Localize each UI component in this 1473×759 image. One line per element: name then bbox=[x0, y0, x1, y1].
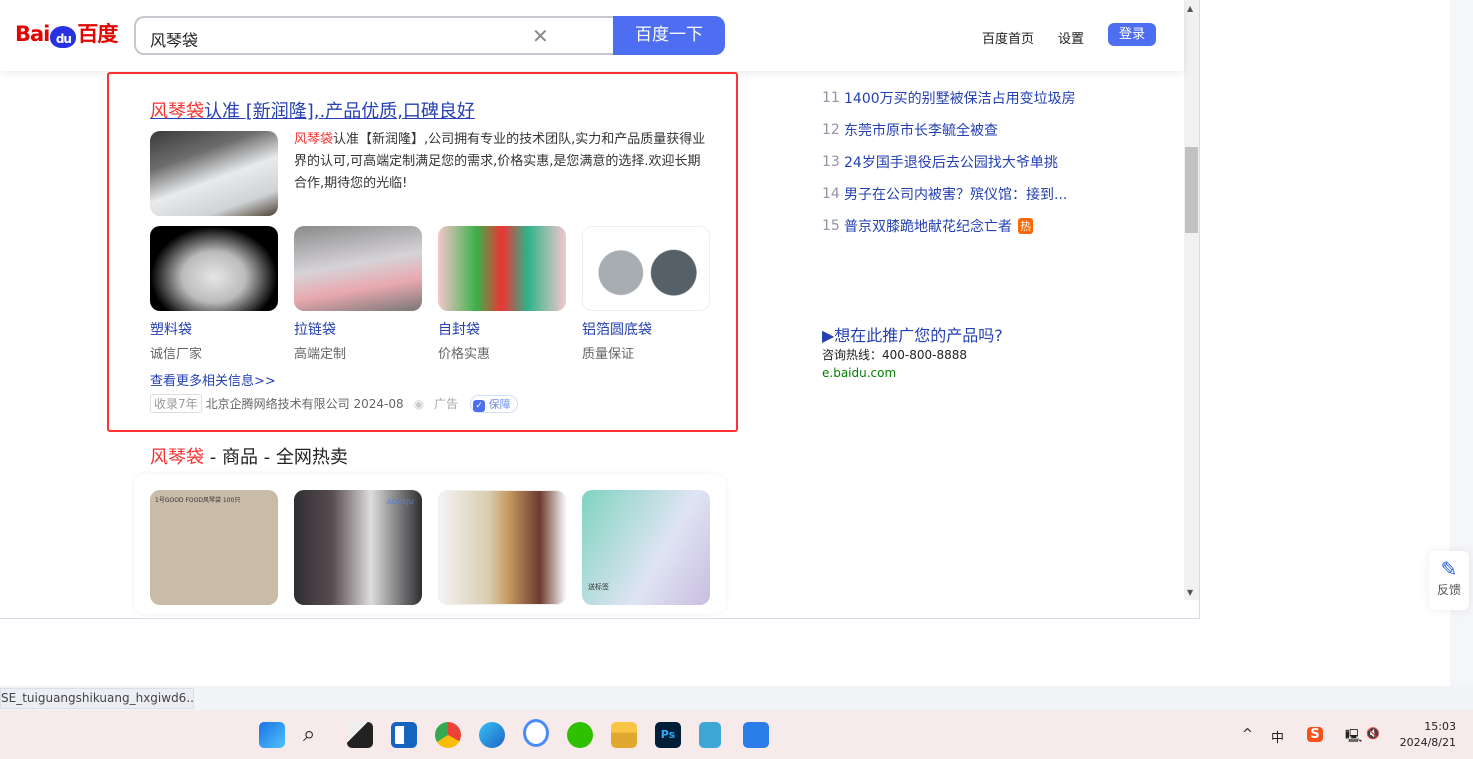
scrollbar[interactable] bbox=[1184, 0, 1199, 600]
rank: 14 bbox=[822, 186, 840, 202]
rank: 15 bbox=[822, 218, 840, 234]
image-text: AODEJU bbox=[386, 498, 414, 506]
ad-title-link[interactable]: 风琴袋认准 [新润隆],.产品优质,口碑良好 bbox=[150, 97, 475, 123]
browser-viewport: Bai du 百度 风琴袋 ✕ 百度一下 百度首页 设置 登录 风琴袋认准 [新润隆]… bbox=[0, 0, 1200, 619]
shop-image[interactable]: 1号GOOD FOOD风琴袋 100只 bbox=[150, 490, 278, 605]
ad-main-image[interactable] bbox=[150, 131, 278, 216]
image-text: 1号GOOD FOOD风琴袋 100只 bbox=[155, 497, 241, 504]
hot-title: 1400万买的别墅被保洁占用变垃圾房 bbox=[844, 91, 1076, 107]
logo-text: Bai bbox=[15, 22, 50, 46]
product-image[interactable] bbox=[438, 226, 566, 311]
promo-url[interactable]: e.baidu.com bbox=[822, 366, 896, 380]
network-icon[interactable]: 🖳 bbox=[1345, 727, 1362, 749]
file-explorer-icon[interactable] bbox=[611, 722, 637, 748]
product-link[interactable]: 铝箔圆底袋 bbox=[582, 319, 652, 339]
hot-badge: 热 bbox=[1018, 218, 1033, 234]
task-view-icon[interactable] bbox=[347, 722, 373, 748]
volume-muted-icon[interactable]: 🔇 bbox=[1366, 727, 1380, 740]
login-button[interactable]: 登录 bbox=[1108, 23, 1156, 46]
guarantee-text: 保障 bbox=[488, 397, 511, 411]
image-text: 送标签 bbox=[588, 583, 609, 591]
promo-phone: 咨询热线：400-800-8888 bbox=[822, 348, 968, 362]
rank: 13 bbox=[822, 154, 840, 170]
company-date: 北京企腾网络技术有限公司 2024-08 bbox=[205, 397, 404, 411]
edge-icon[interactable] bbox=[479, 722, 505, 748]
highlight: 风琴袋 bbox=[294, 132, 334, 147]
product-image[interactable] bbox=[150, 226, 278, 311]
scroll-down-icon[interactable]: ▼ bbox=[1187, 588, 1193, 597]
product-link[interactable]: 拉链袋 bbox=[294, 319, 336, 339]
hot-title: 男子在公司内被害？殡仪馆：接到... bbox=[844, 187, 1068, 203]
product-image[interactable] bbox=[582, 226, 710, 311]
product-subtitle: 诚信厂家 bbox=[150, 347, 203, 362]
ad-description: 风琴袋认准【新润隆】,公司拥有专业的技术团队,实力和产品质量获得业界的认可,可高… bbox=[294, 129, 710, 195]
ad-meta: 收录7年 北京企腾网络技术有限公司 2024-08 ◉ 广告 ✓ 保障 bbox=[150, 394, 518, 413]
search-input[interactable]: 风琴袋 ✕ bbox=[134, 16, 614, 55]
product-subtitle: 质量保证 bbox=[582, 347, 635, 362]
date: 2024/8/21 bbox=[1399, 736, 1456, 749]
scrollbar-thumb[interactable] bbox=[1185, 147, 1198, 233]
desc-text: 认准【新润隆】,公司拥有专业的技术团队,实力和产品质量获得业界的认可,可高端定制… bbox=[294, 132, 706, 191]
status-url: SE_tuiguangshikuang_hxgiwd6... bbox=[0, 688, 194, 709]
ime-indicator[interactable]: 中 bbox=[1271, 727, 1284, 746]
rank: 11 bbox=[822, 90, 840, 106]
pen-icon: ✎ bbox=[1440, 557, 1458, 581]
paw-icon: du bbox=[50, 26, 77, 48]
shop-image[interactable]: 送标签 bbox=[582, 490, 710, 605]
clock[interactable]: 15:03 2024/8/21 bbox=[1396, 719, 1456, 751]
shop-image[interactable]: AODEJU bbox=[294, 490, 422, 605]
promo-link[interactable]: ▶想在此推广您的产品吗? bbox=[822, 322, 1003, 346]
section-title[interactable]: 风琴袋 - 商品 - 全网热卖 bbox=[150, 443, 348, 469]
hot-title: 东莞市原市长李毓全被查 bbox=[844, 123, 998, 139]
time: 15:03 bbox=[1424, 720, 1456, 733]
hot-item[interactable]: 14 男子在公司内被害？殡仪馆：接到... bbox=[822, 184, 1067, 204]
ad-label: 广告 bbox=[434, 397, 459, 411]
sogou-browser-icon[interactable] bbox=[523, 719, 549, 747]
hot-item[interactable]: 15 普京双膝跪地献花纪念亡者热 bbox=[822, 216, 1033, 236]
feedback-button[interactable]: ✎ 反馈 bbox=[1429, 551, 1469, 610]
baidu-logo[interactable]: Bai du 百度 bbox=[15, 18, 118, 48]
scroll-up-icon[interactable]: ▲ bbox=[1187, 4, 1193, 13]
photoshop-icon[interactable]: Ps bbox=[655, 722, 681, 748]
product-subtitle: 价格实惠 bbox=[438, 347, 491, 362]
search-query: 风琴袋 bbox=[150, 31, 199, 50]
wechat-icon[interactable] bbox=[567, 722, 593, 748]
logo-text: 百度 bbox=[77, 22, 118, 46]
security-app-icon[interactable] bbox=[743, 722, 769, 748]
clear-icon[interactable]: ✕ bbox=[532, 24, 549, 48]
product-link[interactable]: 自封袋 bbox=[438, 319, 480, 339]
widgets-icon[interactable] bbox=[391, 722, 417, 748]
highlight: 风琴袋 bbox=[150, 447, 204, 468]
notepad-icon[interactable] bbox=[699, 722, 721, 748]
product-link[interactable]: 塑料袋 bbox=[150, 319, 192, 339]
home-link[interactable]: 百度首页 bbox=[982, 28, 1034, 47]
check-shield-icon: ✓ bbox=[473, 399, 486, 412]
highlight: 风琴袋 bbox=[150, 101, 204, 122]
header: Bai du 百度 风琴袋 ✕ 百度一下 百度首页 设置 登录 bbox=[0, 0, 1184, 71]
status-bar bbox=[0, 686, 1473, 710]
product-image[interactable] bbox=[294, 226, 422, 311]
search-icon[interactable]: ⌕ bbox=[303, 722, 329, 748]
shop-image[interactable] bbox=[438, 490, 566, 605]
chrome-icon[interactable] bbox=[435, 722, 461, 748]
start-icon[interactable] bbox=[259, 722, 285, 748]
hot-item[interactable]: 11 1400万买的别墅被保洁占用变垃圾房 bbox=[822, 88, 1076, 108]
hot-title: 普京双膝跪地献花纪念亡者 bbox=[844, 219, 1012, 235]
product-subtitle: 高端定制 bbox=[294, 347, 347, 362]
tray-caret-icon[interactable]: ^ bbox=[1242, 727, 1253, 742]
guarantee-badge[interactable]: ✓ 保障 bbox=[470, 394, 518, 413]
feedback-label: 反馈 bbox=[1436, 583, 1461, 597]
hot-title: 24岁国手退役后去公园找大爷单挑 bbox=[844, 155, 1058, 171]
section-title-text: - 商品 - 全网热卖 bbox=[204, 447, 348, 468]
settings-link[interactable]: 设置 bbox=[1058, 28, 1084, 47]
dropdown-icon[interactable]: ◉ bbox=[414, 397, 424, 411]
more-info-link[interactable]: 查看更多相关信息>> bbox=[150, 370, 276, 389]
hot-item[interactable]: 13 24岁国手退役后去公园找大爷单挑 bbox=[822, 152, 1058, 172]
rank: 12 bbox=[822, 122, 840, 138]
sogou-ime-icon[interactable]: S bbox=[1307, 727, 1323, 742]
search-button[interactable]: 百度一下 bbox=[613, 16, 725, 55]
years-tag: 收录7年 bbox=[150, 394, 202, 413]
title-text: 认准 [新润隆],.产品优质,口碑良好 bbox=[204, 101, 475, 122]
hot-item[interactable]: 12 东莞市原市长李毓全被查 bbox=[822, 120, 998, 140]
